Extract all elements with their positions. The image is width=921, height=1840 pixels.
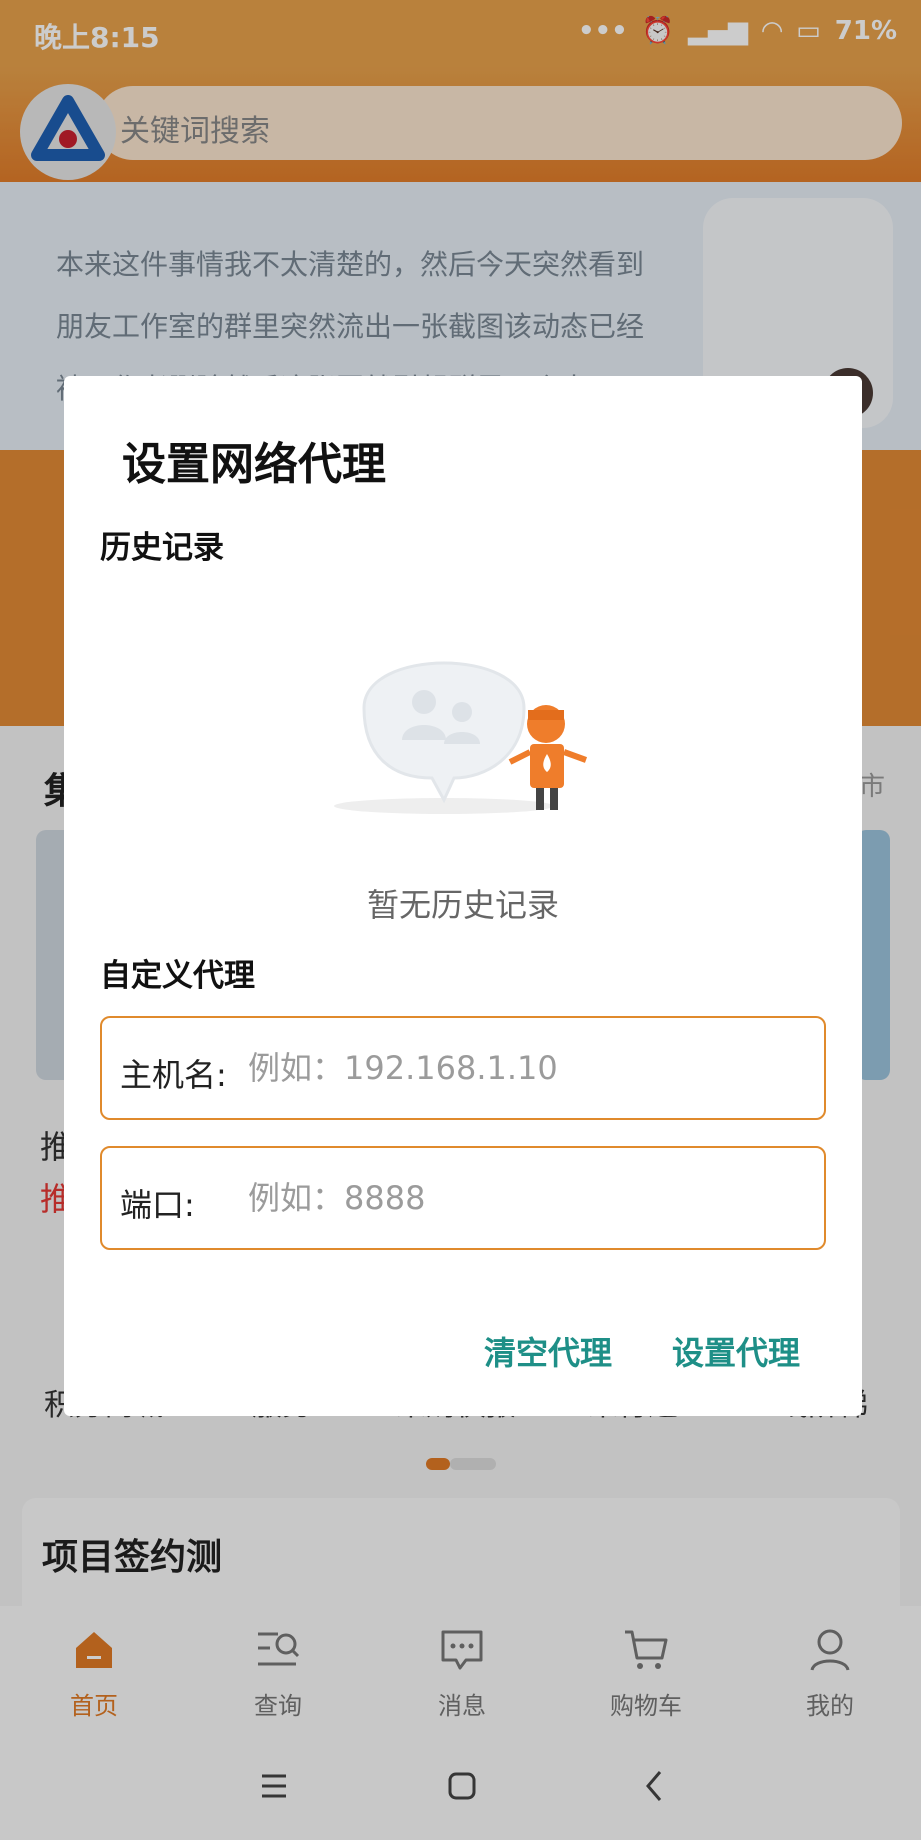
history-label: 历史记录 (100, 530, 224, 566)
empty-history-text: 暂无历史记录 (366, 886, 559, 924)
port-field[interactable]: 端口: (100, 1146, 826, 1250)
clear-proxy-button[interactable]: 清空代理 (484, 1328, 612, 1374)
host-input[interactable] (248, 1038, 808, 1098)
set-proxy-button[interactable]: 设置代理 (672, 1328, 800, 1374)
port-input[interactable] (248, 1168, 808, 1228)
host-label: 主机名: (120, 1056, 227, 1094)
custom-proxy-label: 自定义代理 (100, 958, 255, 994)
dialog-title: 设置网络代理 (122, 439, 386, 490)
empty-history-illustration (334, 661, 588, 814)
proxy-dialog: 设置网络代理 历史记录 暂无历史记录 自定义代理 主机名: 端口: 清空代理 设… (64, 376, 862, 1416)
port-label: 端口: (120, 1186, 195, 1224)
host-field[interactable]: 主机名: (100, 1016, 826, 1120)
